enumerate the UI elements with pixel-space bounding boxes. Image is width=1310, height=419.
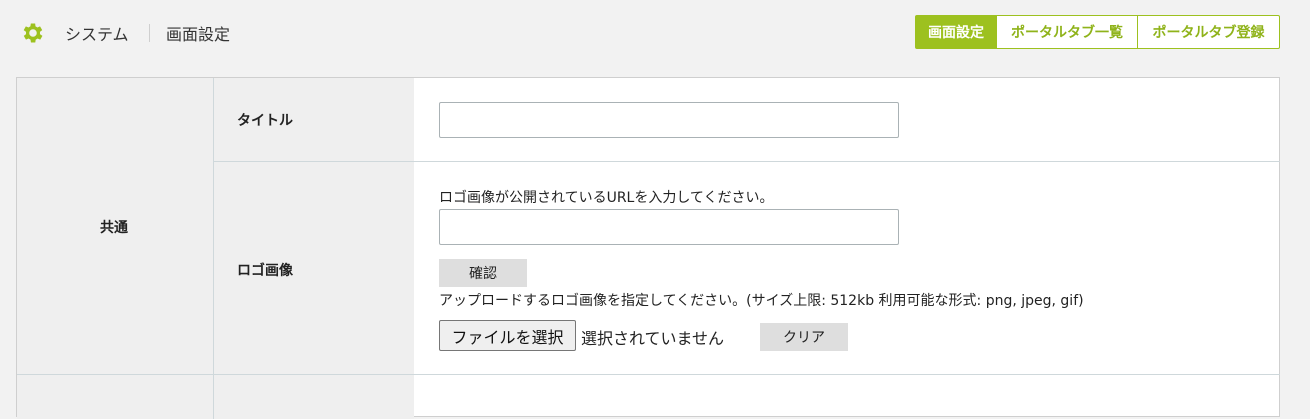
logo-field-label: ロゴ画像 — [237, 263, 293, 279]
breadcrumb-section: システム — [65, 25, 129, 44]
tab-portal-tab-register[interactable]: ポータルタブ登録 — [1138, 15, 1280, 49]
category-cell: 共通 — [17, 78, 214, 374]
tab-screen-settings[interactable]: 画面設定 — [915, 15, 997, 49]
logo-url-hint: ロゴ画像が公開されているURLを入力してください。 — [439, 190, 774, 206]
confirm-button[interactable]: 確認 — [439, 259, 527, 287]
choose-file-button[interactable]: ファイルを選択 — [439, 320, 576, 351]
logo-url-input[interactable] — [439, 209, 899, 245]
breadcrumb-divider — [149, 24, 150, 42]
tab-portal-tab-list[interactable]: ポータルタブ一覧 — [997, 15, 1138, 49]
clear-button[interactable]: クリア — [760, 323, 848, 351]
logo-upload-hint: アップロードするロゴ画像を指定してください。(サイズ上限: 512kb 利用可能… — [439, 293, 1084, 309]
title-input[interactable] — [439, 102, 899, 138]
file-status-text: 選択されていません — [581, 329, 725, 348]
title-field-label: タイトル — [237, 113, 293, 129]
page-title: 画面設定 — [166, 25, 231, 44]
settings-form: 共通 タイトル ロゴ画像 ロゴ画像が公開されているURLを入力してください。 確… — [16, 77, 1280, 419]
page-header: システム 画面設定 画面設定 ポータルタブ一覧 ポータルタブ登録 — [0, 0, 1310, 66]
tab-bar: 画面設定 ポータルタブ一覧 ポータルタブ登録 — [915, 15, 1280, 49]
gear-icon — [23, 23, 43, 43]
field-label-column: タイトル ロゴ画像 — [214, 78, 414, 374]
category-label: 共通 — [100, 220, 128, 236]
field-label-cell — [214, 375, 414, 419]
category-cell — [17, 375, 214, 419]
row-divider — [214, 161, 1280, 162]
